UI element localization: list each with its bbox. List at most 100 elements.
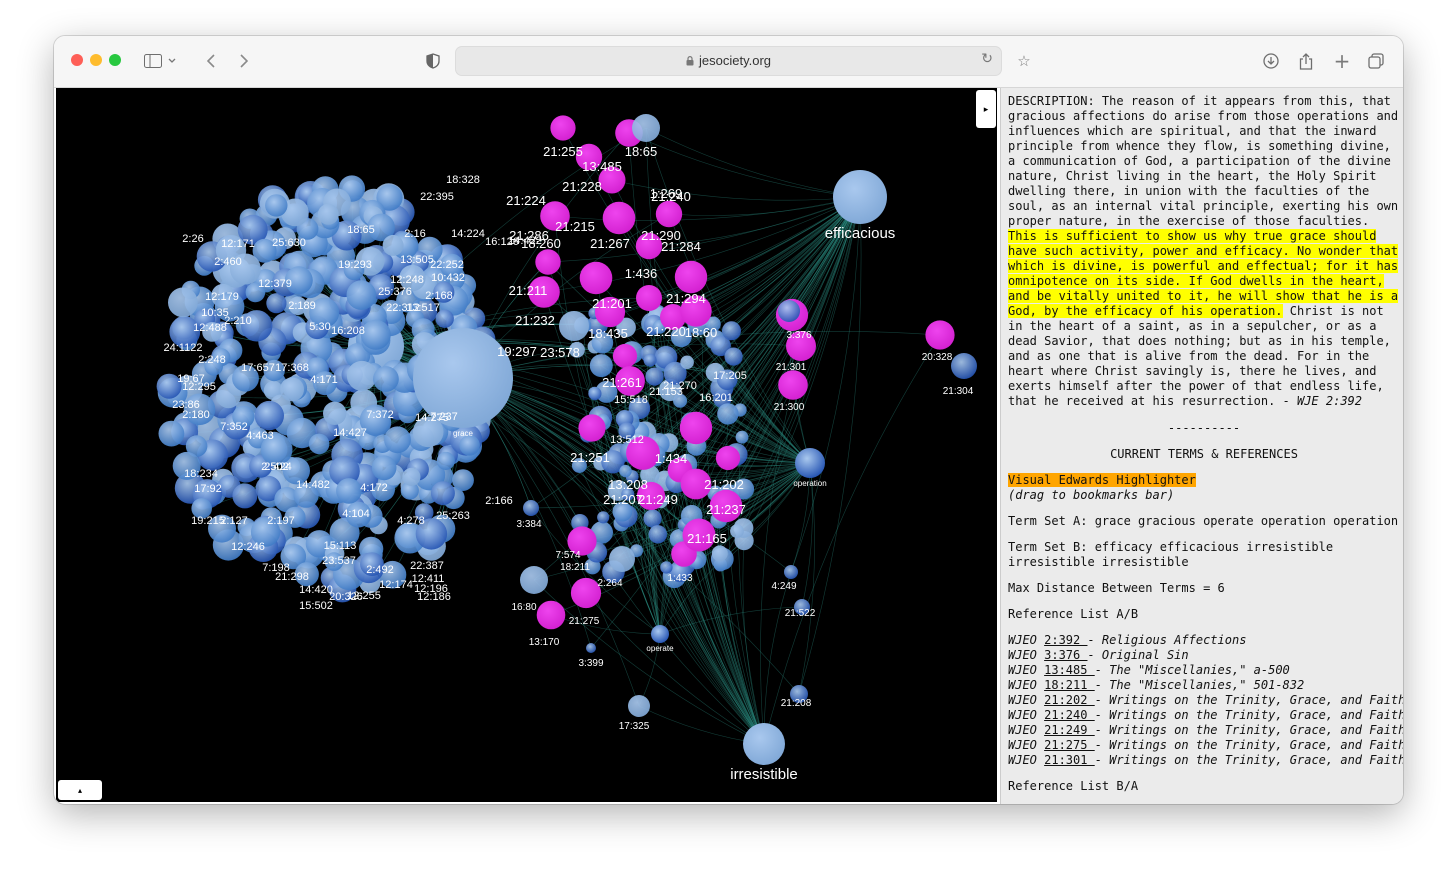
graph-node <box>436 451 455 470</box>
node-label: 21:201 <box>592 296 632 311</box>
node-label: 19:67 <box>177 373 205 385</box>
sidebar-icon[interactable] <box>140 49 166 73</box>
node-label: 21:251 <box>570 450 610 465</box>
plus-icon[interactable]: + <box>1329 49 1355 73</box>
graph-node <box>597 511 610 524</box>
node-label: 13:505 <box>400 254 434 266</box>
node-label: 21:220 <box>646 324 686 339</box>
reference-link[interactable]: 21:249 <box>1044 723 1095 737</box>
close-dot[interactable] <box>71 54 83 66</box>
node-label: 12:174 <box>379 579 413 591</box>
node-label: 10:35 <box>201 307 229 319</box>
hub-label: efficacious <box>825 225 896 242</box>
chevron-down-icon[interactable] <box>165 49 179 73</box>
graph-canvas[interactable]: efficacious irresistible grace operation ope… <box>56 88 997 802</box>
hub-node-irresistible <box>743 723 785 765</box>
graph-node <box>711 545 728 562</box>
tabs-icon[interactable] <box>1363 49 1389 73</box>
reference-link[interactable]: 13:485 <box>1044 663 1095 677</box>
reference-link[interactable]: 18:211 <box>1044 678 1095 692</box>
minimize-dot[interactable] <box>90 54 102 66</box>
graph-node <box>265 194 288 217</box>
node-label: 18:65 <box>625 144 658 159</box>
node-label: 21:294 <box>666 291 706 306</box>
address-bar[interactable]: jesociety.org ↻ <box>455 46 1002 76</box>
graph-toggle-button[interactable]: ▴ <box>58 780 102 800</box>
node-label: 21:208 <box>781 698 812 709</box>
reference-link[interactable]: 3:376 <box>1044 648 1087 662</box>
graph-node <box>382 234 404 256</box>
magenta-node <box>550 115 576 141</box>
node-label: 21:304 <box>943 386 974 397</box>
node-label: 3:384 <box>516 519 541 530</box>
download-icon[interactable] <box>1258 49 1284 73</box>
magenta-node <box>778 370 808 400</box>
graph-node <box>589 354 613 378</box>
node-label: 19:297 <box>497 344 537 359</box>
panel-toggle-button[interactable]: ▸ <box>976 90 996 128</box>
graph-node <box>402 467 421 486</box>
shield-icon[interactable] <box>420 49 446 73</box>
reference-item: WJEO 21:240 - Writings on the Trinity, G… <box>1008 708 1403 722</box>
graph-node <box>317 203 339 225</box>
node-label: 5:30 <box>309 321 330 333</box>
magenta-node <box>636 285 662 311</box>
node-label: 1:436 <box>625 266 658 281</box>
node-label: 21:284 <box>661 239 701 254</box>
magenta-node <box>925 320 955 350</box>
graph-node <box>951 353 977 379</box>
graph-node <box>619 464 632 478</box>
magenta-node <box>535 249 561 275</box>
hub-label: operate <box>646 644 674 653</box>
node-label: 15:113 <box>324 540 357 552</box>
forward-icon[interactable] <box>230 49 256 73</box>
graph-node <box>346 360 377 391</box>
node-label: 20:326 <box>329 591 363 603</box>
reference-link[interactable]: 2:392 <box>1044 633 1087 647</box>
magenta-node <box>679 411 713 445</box>
magenta-node <box>715 445 741 471</box>
reference-link[interactable]: 21:275 <box>1044 738 1095 752</box>
network-graph[interactable]: efficacious irresistible grace operation ope… <box>56 88 997 802</box>
node-label: 25:263 <box>436 510 470 522</box>
node-label: 21:261 <box>602 375 642 390</box>
section-title: CURRENT TERMS & REFERENCES <box>1110 447 1298 461</box>
graph-node <box>628 695 650 717</box>
node-label: 18:435 <box>588 326 628 341</box>
reload-icon[interactable]: ↻ <box>981 51 993 67</box>
terms-panel: DESCRIPTION: The reason of it appears fr… <box>1000 88 1403 804</box>
graph-edge <box>798 196 862 695</box>
zoom-dot[interactable] <box>109 54 121 66</box>
graph-edge <box>763 571 792 745</box>
magenta-node <box>602 201 636 235</box>
graph-node <box>735 430 749 444</box>
node-label: 2:248 <box>198 354 226 366</box>
back-icon[interactable] <box>198 49 224 73</box>
share-icon[interactable] <box>1293 49 1319 73</box>
star-icon[interactable]: ☆ <box>1011 49 1037 73</box>
highlighter-link[interactable]: Visual Edwards Highlighter <box>1008 473 1196 487</box>
node-label: 2:26 <box>182 233 203 245</box>
hub-label: irresistible <box>730 766 798 783</box>
node-label: 18:60 <box>685 325 718 340</box>
url-text: jesociety.org <box>456 53 1001 69</box>
reference-link[interactable]: 21:301 <box>1044 753 1095 767</box>
graph-node <box>784 565 798 579</box>
graph-node <box>452 469 474 491</box>
node-label: 16:201 <box>699 392 733 404</box>
node-label: 4:104 <box>342 508 370 520</box>
node-label: 16:80 <box>511 602 536 613</box>
node-label: 13:517 <box>406 302 440 314</box>
reference-item: WJEO 18:211 - The "Miscellanies," 501-83… <box>1008 678 1305 692</box>
graph-node <box>523 500 539 516</box>
node-label: 21:215 <box>555 219 595 234</box>
node-label: 13:512 <box>610 434 644 446</box>
node-label: 21:207 <box>603 492 643 507</box>
graph-edge <box>550 614 661 635</box>
node-label: 14:482 <box>296 479 330 491</box>
node-label: 21:249 <box>638 492 678 507</box>
reference-link[interactable]: 21:202 <box>1044 693 1095 707</box>
node-label: 17:368 <box>275 362 309 374</box>
reference-link[interactable]: 21:240 <box>1044 708 1095 722</box>
node-label: 15:502 <box>299 600 333 612</box>
